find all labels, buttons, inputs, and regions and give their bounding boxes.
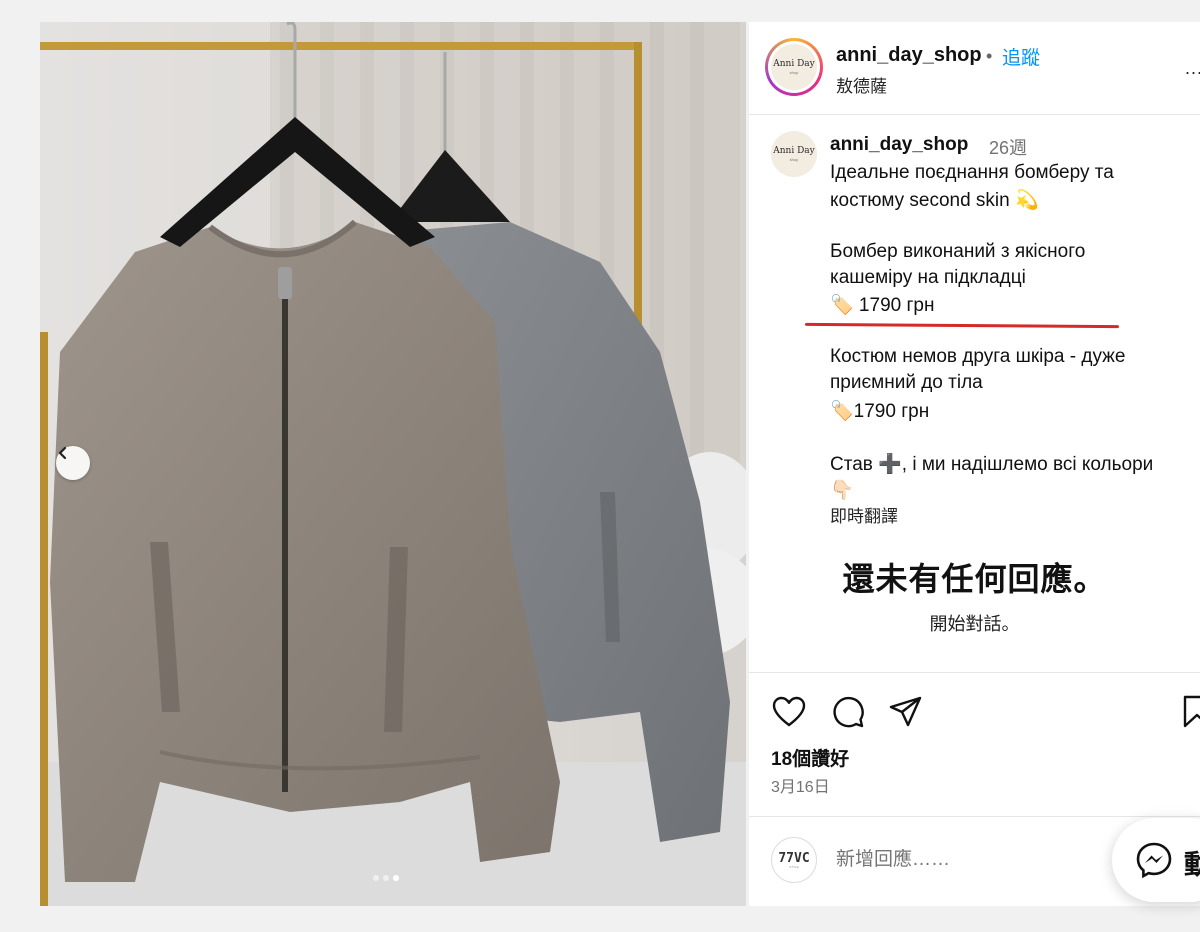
- post-media[interactable]: [40, 22, 746, 906]
- caption-price-line: 🏷️1790 грн: [830, 401, 930, 422]
- add-comment-input[interactable]: [836, 849, 1086, 871]
- caption-username[interactable]: anni_day_shop: [830, 134, 968, 156]
- product-photo: [40, 22, 746, 906]
- caption-line: Ідеальне поєднання бомберу та: [830, 162, 1114, 183]
- post-details-panel: Anni Day shop anni_day_shop • 追蹤 敖德薩 ...…: [749, 22, 1200, 906]
- carousel-dot: [383, 875, 389, 881]
- post-date[interactable]: 3月16日: [771, 773, 830, 797]
- header-separator: •: [986, 46, 993, 66]
- location-link[interactable]: 敖德薩: [836, 72, 887, 97]
- caption-line: кашеміру на підкладці: [830, 267, 1026, 288]
- messenger-icon: [1136, 842, 1172, 878]
- divider: [749, 672, 1200, 673]
- messages-button[interactable]: 動: [1112, 818, 1200, 902]
- avatar-logo-sub: shop: [789, 69, 799, 75]
- carousel-prev-button[interactable]: [56, 446, 90, 480]
- avatar: Anni Day shop: [771, 44, 817, 90]
- caption-line: 👇🏻: [830, 480, 854, 501]
- header-username[interactable]: anni_day_shop: [836, 44, 982, 67]
- more-options-button[interactable]: ...: [1185, 58, 1200, 79]
- chevron-left-icon: [58, 446, 67, 460]
- caption-price-line: 🏷️ 1790 грн: [830, 295, 935, 316]
- current-user-logo: 77VC: [778, 850, 810, 866]
- current-user-avatar: 77VC STYLE: [771, 837, 817, 883]
- red-annotation-underline: [804, 322, 1120, 329]
- share-icon: [889, 696, 922, 727]
- start-conversation-text: 開始對話。: [929, 614, 1020, 634]
- carousel-dot-active: [393, 875, 399, 881]
- caption-line: Став ➕, і ми надішлемо всі кольори: [830, 454, 1154, 475]
- no-comments-title: 還未有任何回應。: [842, 561, 1107, 597]
- caption-line: Костюм немов друга шкіра - дуже: [830, 346, 1126, 367]
- heart-icon: [772, 696, 806, 727]
- save-button[interactable]: [1179, 694, 1200, 730]
- avatar-logo-text: Anni Day: [773, 58, 815, 69]
- comment-icon: [833, 696, 864, 728]
- translate-link[interactable]: 即時翻譯: [830, 502, 898, 527]
- current-user-logo-sub: STYLE: [789, 864, 799, 869]
- caption-line: приємний до тіла: [830, 372, 983, 393]
- messages-label: 動: [1184, 850, 1200, 880]
- caption-line: костюму second skin 💫: [830, 190, 1039, 211]
- post-header: Anni Day shop anni_day_shop • 追蹤 敖德薩 ...: [749, 22, 1200, 115]
- carousel-indicator: [373, 875, 399, 881]
- caption-avatar-sub: shop: [789, 156, 799, 162]
- bookmark-icon: [1183, 695, 1200, 728]
- story-ring[interactable]: Anni Day shop: [765, 38, 823, 96]
- caption-timestamp[interactable]: 26週: [989, 134, 1027, 160]
- divider: [749, 816, 1200, 817]
- follow-button[interactable]: 追蹤: [1002, 43, 1040, 70]
- caption-avatar-logo: Anni Day: [773, 145, 815, 156]
- carousel-dot: [373, 875, 379, 881]
- caption-line: Бомбер виконаний з якісного: [830, 241, 1086, 262]
- comment-button[interactable]: [830, 694, 866, 730]
- caption-avatar[interactable]: Anni Day shop: [771, 131, 817, 177]
- like-count[interactable]: 18個讚好: [771, 744, 849, 771]
- share-button[interactable]: [888, 694, 924, 730]
- like-button[interactable]: [771, 694, 807, 730]
